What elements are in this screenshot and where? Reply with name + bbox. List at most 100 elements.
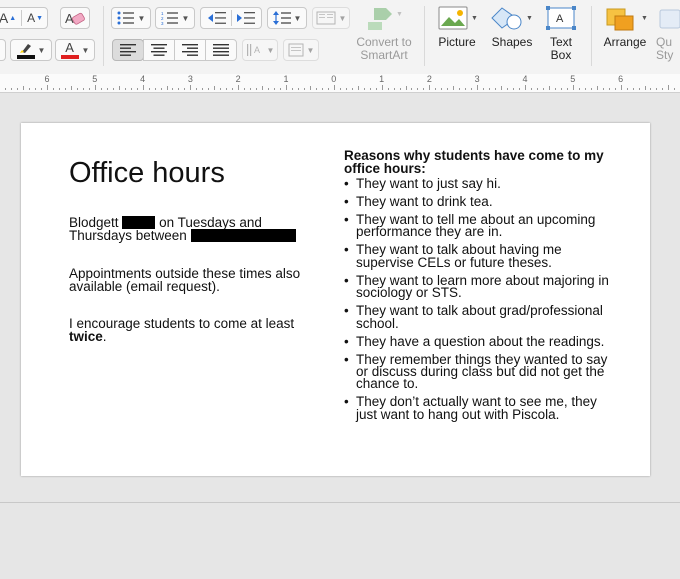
ruler-tick [572, 85, 574, 90]
schedule-text[interactable]: Blodgett on Tuesdays and Thursdays betwe… [69, 216, 324, 242]
ruler-tick [381, 85, 383, 90]
ruler-tick [435, 88, 437, 90]
ruler-tick [94, 85, 96, 90]
shrink-font-button[interactable]: A ▼ [27, 11, 43, 25]
ruler-tick [160, 88, 162, 90]
highlight-color-bar [16, 54, 35, 59]
picture-icon: ▼ [438, 6, 478, 30]
clear-formatting-button[interactable]: A [60, 7, 90, 29]
ruler-tick [656, 88, 658, 90]
ruler-tick [250, 88, 252, 90]
ruler-tick [82, 88, 84, 90]
ruler-tick [76, 88, 78, 90]
ruler-number: 5 [570, 74, 576, 84]
decrease-indent-icon[interactable] [207, 11, 227, 25]
chevron-down-icon: ▼ [181, 13, 190, 23]
text-box-button[interactable]: A Text Box [541, 6, 581, 62]
list-item: They want to just say hi. [344, 177, 619, 191]
ruler-tick [202, 88, 204, 90]
ruler-tick [536, 88, 538, 90]
ruler-tick [542, 88, 544, 90]
ruler-tick [483, 88, 485, 90]
ruler-tick [339, 88, 341, 90]
horizontal-ruler[interactable]: 6 5 4 3 2 1 0 1 2 3 4 5 6 [0, 74, 680, 93]
ruler-tick [315, 88, 317, 90]
ruler-tick [166, 86, 168, 90]
ruler-number: 5 [92, 74, 98, 84]
ruler-tick [596, 86, 598, 90]
numbering-button[interactable]: 1 2 3 ▼ [155, 7, 195, 29]
justify-button[interactable] [205, 39, 237, 61]
align-left-button[interactable] [112, 39, 144, 61]
align-text-button[interactable]: ▼ [283, 39, 319, 61]
ruler-tick [417, 88, 419, 90]
line-spacing-icon [272, 11, 291, 25]
ruler-tick [644, 86, 646, 90]
text-direction-button[interactable]: A ▼ [242, 39, 278, 61]
ruler-tick [363, 88, 365, 90]
ruler-tick [501, 86, 503, 90]
increase-indent-icon[interactable] [236, 11, 256, 25]
ruler-tick [11, 88, 13, 90]
ruler-tick [602, 88, 604, 90]
ruler-tick [674, 88, 676, 90]
ruler-tick [471, 88, 473, 90]
ruler-tick [608, 88, 610, 90]
bullets-button[interactable]: ▼ [111, 7, 151, 29]
ruler-tick [333, 85, 335, 90]
ruler-tick [262, 86, 264, 90]
ruler-tick [477, 85, 479, 90]
ruler-tick [244, 88, 246, 90]
ruler-tick [423, 88, 425, 90]
chevron-down-icon: ▼ [266, 45, 275, 55]
align-text-icon [288, 43, 304, 57]
align-left-icon [120, 44, 136, 56]
ruler-tick [297, 88, 299, 90]
columns-icon [316, 11, 336, 25]
ruler-tick [190, 85, 192, 90]
ruler-tick [489, 88, 491, 90]
ruler-tick [560, 88, 562, 90]
line-spacing-button[interactable]: ▼ [267, 7, 307, 29]
ruler-tick [530, 88, 532, 90]
slide-title[interactable]: Office hours [69, 157, 225, 190]
ruler-tick [256, 88, 258, 90]
list-item: They want to tell me about an upcoming p… [344, 213, 619, 239]
align-center-button[interactable] [143, 39, 175, 61]
ruler-tick [23, 86, 25, 90]
arrange-button[interactable]: ▼ Arrange [600, 6, 650, 49]
ruler-tick [268, 88, 270, 90]
list-item: They have a question about the readings. [344, 334, 619, 348]
divider [21, 10, 23, 26]
reasons-heading[interactable]: Reasons why students have come to my off… [344, 149, 614, 176]
highlight-button[interactable]: ▼ [10, 39, 52, 61]
ruler-tick [668, 85, 670, 90]
ruler-tick [495, 88, 497, 90]
slide-canvas[interactable]: Office hours Blodgett on Tuesdays and Th… [21, 123, 650, 476]
font-color-button[interactable]: A ▼ [55, 39, 95, 61]
ruler-tick [35, 88, 37, 90]
appointments-text[interactable]: Appointments outside these times also av… [69, 267, 324, 294]
chevron-down-icon: ▼ [137, 13, 146, 23]
partial-button[interactable] [0, 39, 6, 61]
align-right-button[interactable] [174, 39, 206, 61]
ruler-tick [232, 88, 234, 90]
picture-button[interactable]: ▼ Picture [432, 6, 482, 49]
ruler-tick [548, 86, 550, 90]
ruler-number: 1 [283, 74, 289, 84]
quick-styles-button[interactable]: Qu Sty [656, 6, 680, 62]
svg-text:3: 3 [161, 21, 164, 25]
ruler-tick [369, 88, 371, 90]
chevron-down-icon: ▼ [306, 45, 315, 55]
ruler-tick [507, 88, 509, 90]
reasons-list[interactable]: They want to just say hi. They want to d… [344, 177, 619, 427]
grow-font-button[interactable]: A ▲ [0, 10, 16, 26]
columns-button[interactable]: ▼ [312, 7, 350, 29]
ruler-tick [465, 88, 467, 90]
convert-smartart-button[interactable]: ▼ Convert to SmartArt [352, 6, 416, 62]
divider [230, 10, 232, 26]
shapes-button[interactable]: ▼ Shapes [489, 6, 535, 49]
ruler-tick [513, 88, 515, 90]
ruler-tick [578, 88, 580, 90]
encourage-text[interactable]: I encourage students to come at least tw… [69, 317, 324, 344]
